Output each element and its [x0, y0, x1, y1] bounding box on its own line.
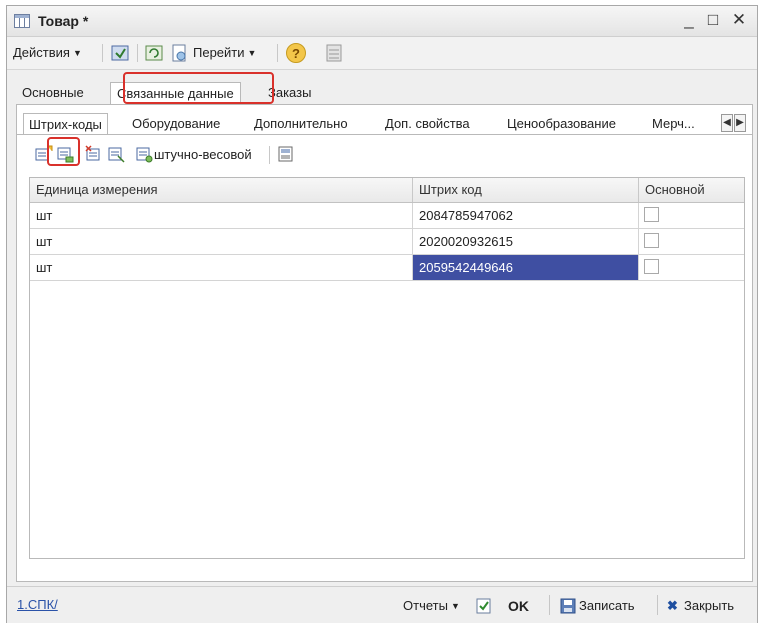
tab-main[interactable]: Основные: [16, 82, 90, 104]
edit-row-icon[interactable]: [85, 145, 103, 163]
table-row[interactable]: шт 2020020932615: [30, 229, 744, 255]
unit-cell[interactable]: шт: [30, 255, 413, 280]
main-checkbox[interactable]: [644, 233, 659, 248]
column-header-unit[interactable]: Единица измерения: [30, 178, 413, 202]
subtab-additional[interactable]: Дополнительно: [249, 113, 353, 135]
chevron-down-icon: ▼: [72, 48, 82, 58]
subtab-scroll: ◀ ▶: [720, 114, 746, 132]
close-x-icon: ✖: [667, 598, 678, 613]
table-header: Единица измерения Штрих код Основной: [30, 178, 744, 203]
table-row-selected[interactable]: шт 2059542449646: [30, 255, 744, 281]
floppy-disk-icon: [560, 598, 576, 614]
reports-menu[interactable]: Отчеты ▼: [403, 597, 460, 615]
document-icon[interactable]: [169, 43, 189, 63]
subtab-barcodes[interactable]: Штрих-коды: [23, 113, 108, 135]
reports-label: Отчеты: [403, 598, 448, 613]
unit-cell[interactable]: шт: [30, 229, 413, 254]
bottom-separator: [549, 595, 550, 615]
table-icon: [14, 14, 30, 28]
bottom-bar: 1.СПК/ Отчеты ▼ OK Записать ✖ Закрыть: [7, 586, 757, 623]
window-title: Товар *: [38, 13, 89, 29]
panel-icon[interactable]: [325, 43, 343, 63]
main-checkbox[interactable]: [644, 207, 659, 222]
barcode-cell-selected[interactable]: 2059542449646: [413, 255, 639, 280]
column-header-main[interactable]: Основной: [639, 178, 744, 202]
chevron-down-icon: ▼: [247, 48, 257, 58]
weight-barcode-button[interactable]: штучно-весовой: [154, 147, 252, 162]
tab-orders[interactable]: Заказы: [262, 82, 317, 104]
minimize-button[interactable]: _: [679, 10, 699, 30]
refresh-icon[interactable]: [144, 43, 164, 63]
maximize-button[interactable]: □: [703, 10, 723, 30]
actions-menu[interactable]: Действия ▼: [13, 43, 82, 63]
delete-row-icon[interactable]: [107, 145, 125, 163]
help-icon[interactable]: ?: [286, 43, 306, 63]
subtab-merch[interactable]: Мерч...: [647, 113, 700, 135]
copy-row-icon[interactable]: [57, 145, 75, 163]
toolbar-separator: [137, 44, 138, 62]
bottom-separator: [657, 595, 658, 615]
save-and-close-icon[interactable]: [110, 43, 130, 63]
ok-button[interactable]: OK: [508, 597, 529, 615]
close-window-button[interactable]: ✕: [729, 10, 749, 30]
toolbar-separator: [269, 146, 270, 164]
save-button[interactable]: Записать: [579, 597, 635, 615]
toolbar-separator: [102, 44, 103, 62]
print-icon[interactable]: [277, 145, 295, 163]
weight-barcode-icon[interactable]: [135, 145, 153, 163]
arrow-right-icon[interactable]: ▶: [734, 114, 746, 132]
related-data-panel: Штрих-коды Оборудование Дополнительно До…: [16, 104, 753, 582]
spk-link[interactable]: 1.СПК/: [17, 597, 58, 612]
tab-related-data[interactable]: Связанные данные: [110, 82, 241, 105]
subtab-pricing[interactable]: Ценообразование: [502, 113, 621, 135]
add-row-icon[interactable]: [35, 145, 53, 163]
barcode-cell[interactable]: 2084785947062: [413, 203, 639, 228]
unit-cell[interactable]: шт: [30, 203, 413, 228]
subtab-equipment[interactable]: Оборудование: [127, 113, 225, 135]
main-cell: [639, 255, 744, 280]
barcode-cell[interactable]: 2020020932615: [413, 229, 639, 254]
column-header-barcode[interactable]: Штрих код: [413, 178, 639, 202]
toolbar-separator: [277, 44, 278, 62]
barcode-table: Единица измерения Штрих код Основной шт …: [29, 177, 745, 559]
title-bar[interactable]: Товар * _ □ ✕: [7, 6, 757, 37]
main-checkbox[interactable]: [644, 259, 659, 274]
main-cell: [639, 229, 744, 254]
close-button[interactable]: Закрыть: [684, 597, 734, 615]
main-cell: [639, 203, 744, 228]
goto-menu[interactable]: Перейти ▼: [193, 43, 256, 63]
chevron-down-icon: ▼: [450, 601, 460, 611]
subtab-divider: [17, 134, 752, 135]
main-toolbar: Действия ▼ Перейти ▼ ?: [7, 37, 757, 70]
product-window: Товар * _ □ ✕ Действия ▼ Перейти ▼ ? Осн…: [6, 5, 758, 623]
arrow-left-icon[interactable]: ◀: [721, 114, 733, 132]
checkmark-icon: [476, 598, 491, 614]
actions-label: Действия: [13, 45, 70, 60]
goto-label: Перейти: [193, 45, 245, 60]
table-row[interactable]: шт 2084785947062: [30, 203, 744, 229]
subtab-extra-properties[interactable]: Доп. свойства: [380, 113, 475, 135]
